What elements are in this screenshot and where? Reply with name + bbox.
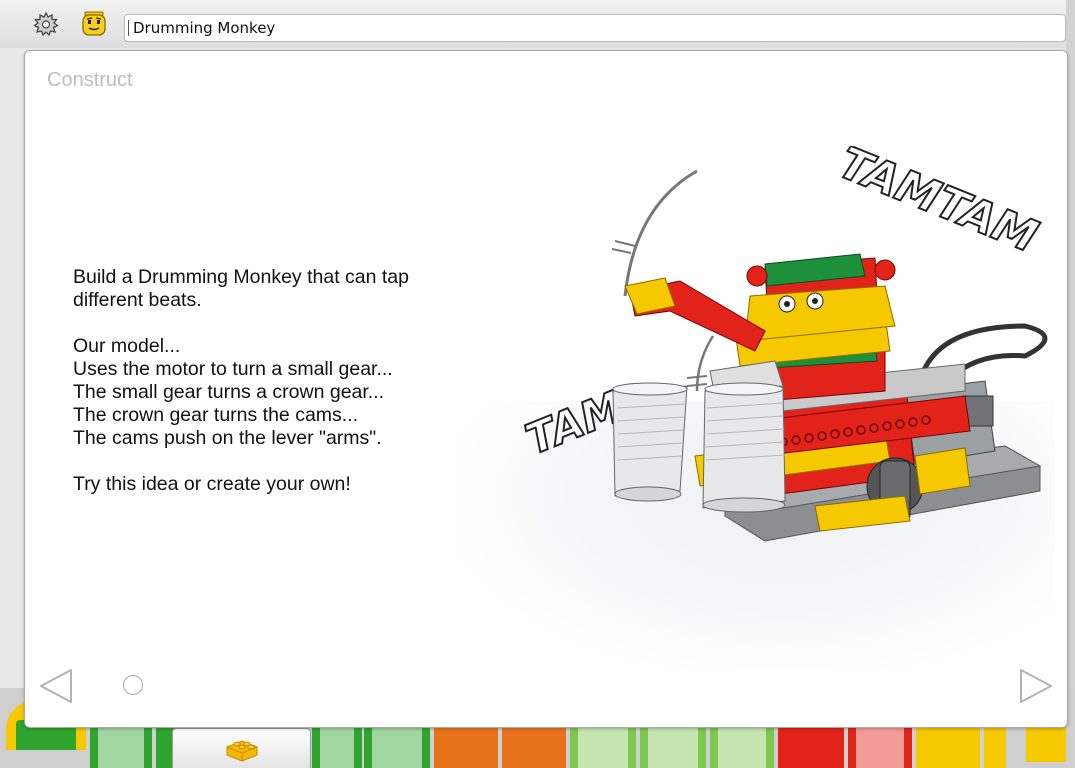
minifig-face-icon (82, 11, 106, 36)
text-line: The crown gear turns the cams... (73, 404, 359, 426)
sound-word-tamtam: TAMTAM (832, 146, 1045, 263)
drum-cup-left (612, 382, 688, 502)
settings-button[interactable] (32, 10, 60, 38)
gear-icon (33, 11, 59, 37)
content-panel: Construct Build a Drumming Monkey that c… (24, 50, 1068, 728)
triangle-right-icon (1020, 669, 1052, 703)
project-title-field[interactable]: Drumming Monkey (124, 14, 1066, 42)
lego-bricks-tab[interactable] (172, 728, 311, 768)
section-heading: Construct (47, 69, 133, 91)
next-page-button[interactable] (1015, 666, 1055, 706)
previous-page-button[interactable] (37, 666, 77, 706)
top-bar: Drumming Monkey (0, 0, 1075, 48)
text-line: The cams push on the lever "arms". (73, 427, 382, 449)
text-line: Our model... (73, 335, 181, 357)
text-line: different beats. (73, 289, 202, 311)
text-line: Try this idea or create your own! (73, 473, 351, 495)
minifig-button[interactable] (80, 10, 108, 38)
page-indicator-dot[interactable] (123, 675, 143, 695)
drum-cup-right (702, 382, 786, 513)
triangle-left-icon (40, 669, 72, 703)
drumming-monkey-illustration: TAMTAM TAM (518, 146, 1048, 542)
instructions-text: Build a Drumming Monkey that can tap dif… (73, 266, 473, 496)
lego-brick-icon (226, 739, 257, 762)
text-line: Build a Drumming Monkey that can tap (73, 266, 409, 288)
text-line: The small gear turns a crown gear... (73, 381, 385, 403)
text-line: Uses the motor to turn a small gear... (73, 358, 393, 380)
